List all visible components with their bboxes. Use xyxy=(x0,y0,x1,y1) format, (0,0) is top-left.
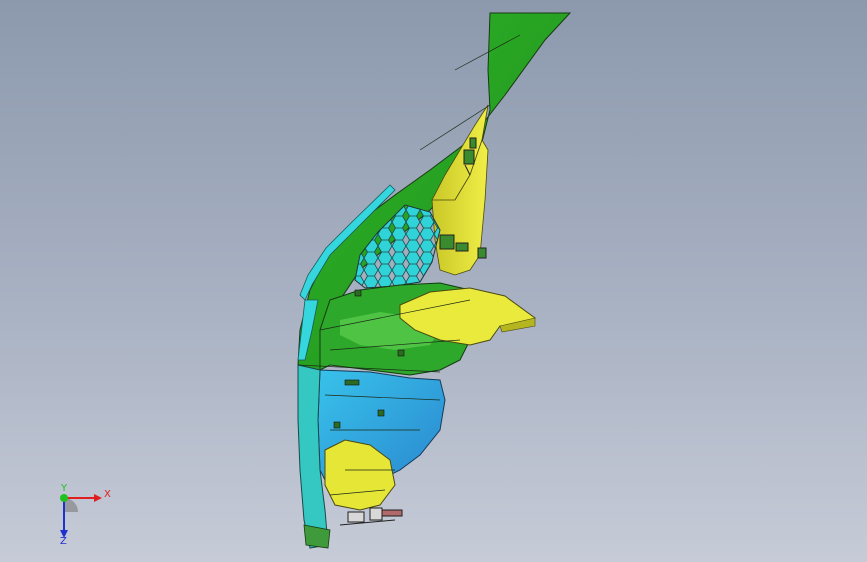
y-axis-label: Y xyxy=(60,483,68,494)
axis-triad: X Y Z xyxy=(44,480,114,547)
lower-bracket[interactable] xyxy=(339,507,403,526)
x-axis-label: X xyxy=(104,489,111,500)
cad-viewport[interactable]: X Y Z xyxy=(0,0,867,562)
x-axis-arrow xyxy=(94,494,102,502)
y-axis-dot xyxy=(60,494,68,502)
z-axis-label: Z xyxy=(60,536,67,545)
3d-model[interactable] xyxy=(0,0,867,562)
